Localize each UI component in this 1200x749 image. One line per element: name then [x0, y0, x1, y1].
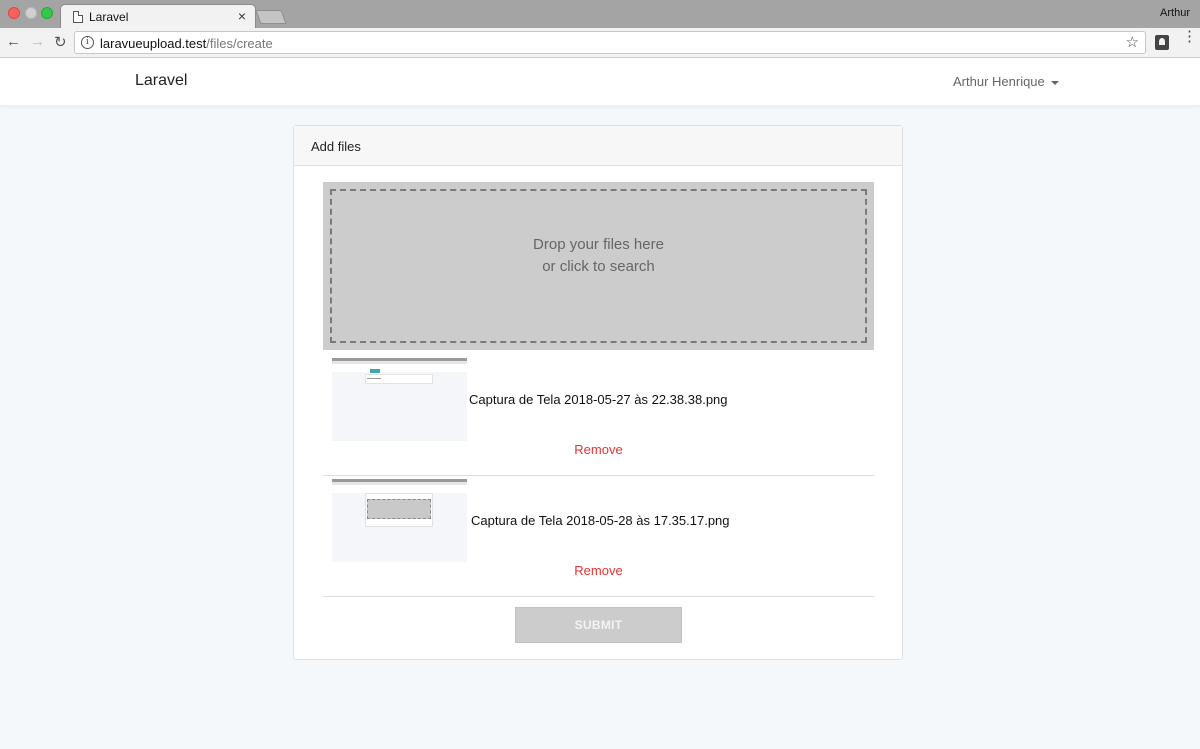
profile-name[interactable]: Arthur — [1160, 7, 1190, 19]
close-window-button[interactable] — [8, 7, 20, 19]
card-header: Add files — [294, 126, 902, 166]
url-text[interactable]: laravueupload.test/files/create — [100, 36, 273, 51]
brand-link[interactable]: Laravel — [135, 72, 187, 90]
dropzone-text-line1: Drop your files here — [533, 236, 664, 253]
browser-tab[interactable]: Laravel × — [60, 4, 256, 29]
maximize-window-button[interactable] — [41, 7, 53, 19]
forward-icon[interactable]: → — [30, 33, 45, 50]
extension-icon[interactable] — [1155, 35, 1169, 50]
minimize-window-button[interactable] — [25, 7, 37, 19]
upload-card: Add files Drop your files here or click … — [293, 125, 903, 660]
tab-title: Laravel — [89, 10, 129, 24]
new-tab-button[interactable] — [255, 10, 287, 24]
user-dropdown[interactable]: Arthur Henrique — [953, 74, 1059, 89]
url-host: laravueupload.test — [100, 36, 207, 51]
caret-down-icon — [1050, 80, 1059, 85]
file-name: Captura de Tela 2018-05-27 às 22.38.38.p… — [469, 392, 728, 407]
menu-icon[interactable]: ⋮ — [1182, 29, 1197, 44]
file-thumbnail — [332, 479, 467, 562]
browser-toolbar: ← → ↻ i laravueupload.test/files/create … — [0, 28, 1200, 58]
star-icon[interactable]: ☆ — [1126, 33, 1139, 51]
info-icon[interactable]: i — [81, 36, 94, 49]
app-navbar: Laravel Arthur Henrique — [0, 58, 1200, 105]
address-bar[interactable]: i laravueupload.test/files/create ☆ — [74, 31, 1146, 54]
browser-titlebar: Laravel × Arthur — [0, 0, 1200, 29]
card-title: Add files — [311, 139, 361, 154]
document-icon — [73, 11, 83, 23]
dropzone[interactable]: Drop your files here or click to search — [323, 182, 874, 350]
back-icon[interactable]: ← — [6, 33, 21, 50]
file-thumbnail — [332, 358, 467, 441]
url-path: /files/create — [206, 36, 273, 51]
user-name: Arthur Henrique — [953, 74, 1045, 89]
remove-file-button[interactable]: Remove — [323, 442, 874, 457]
close-tab-icon[interactable]: × — [238, 8, 246, 24]
file-item: Captura de Tela 2018-05-28 às 17.35.17.p… — [323, 476, 874, 597]
file-item: Captura de Tela 2018-05-27 às 22.38.38.p… — [323, 355, 874, 476]
remove-file-button[interactable]: Remove — [323, 563, 874, 578]
dropzone-border: Drop your files here or click to search — [330, 189, 867, 343]
file-name: Captura de Tela 2018-05-28 às 17.35.17.p… — [471, 513, 730, 528]
reload-icon[interactable]: ↻ — [54, 33, 67, 51]
dropzone-text-line2: or click to search — [542, 258, 655, 275]
submit-button[interactable]: SUBMIT — [515, 607, 682, 643]
